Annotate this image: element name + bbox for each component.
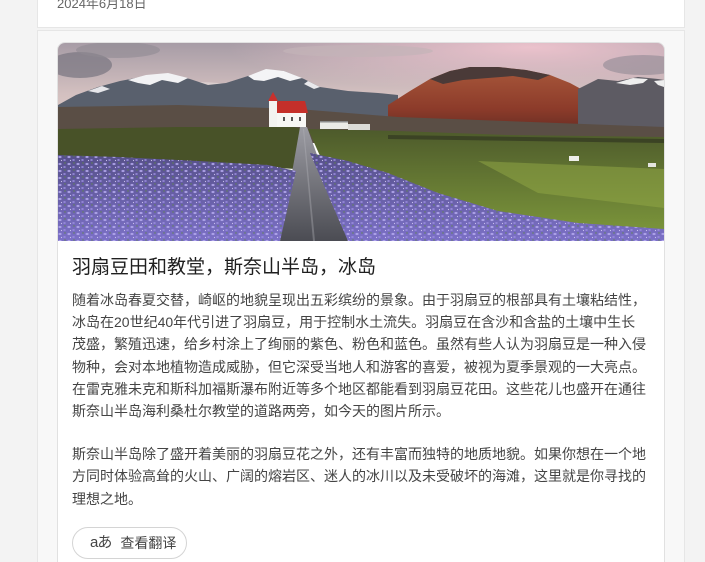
article-paragraph: 随着冰岛春夏交替，崎岖的地貌呈现出五彩缤纷的景象。由于羽扇豆的根部具有土壤粘结性… (72, 292, 646, 420)
lupine-field-left (58, 155, 296, 241)
translate-icon: aあ (90, 534, 112, 551)
view-translation-button[interactable]: aあ 查看翻译 (72, 527, 187, 559)
view-translation-label: 查看翻译 (120, 535, 177, 551)
previous-article-card: 2024年6月18日 (37, 0, 685, 28)
article-body: 随着冰岛春夏交替，崎岖的地貌呈现出五彩缤纷的景象。由于羽扇豆的根部具有土壤粘结性… (72, 289, 647, 531)
article-paragraph: 斯奈山半岛除了盛开着美丽的羽扇豆花之外，还有丰富而独特的地质地貌。如果你想在一个… (72, 446, 646, 507)
hero-image (58, 43, 664, 241)
article-date: 2024年6月18日 (57, 0, 147, 11)
article-card: 羽扇豆田和教堂，斯奈山半岛，冰岛 随着冰岛春夏交替，崎岖的地貌呈现出五彩缤纷的景… (57, 42, 665, 562)
article-title: 羽扇豆田和教堂，斯奈山半岛，冰岛 (72, 257, 377, 278)
